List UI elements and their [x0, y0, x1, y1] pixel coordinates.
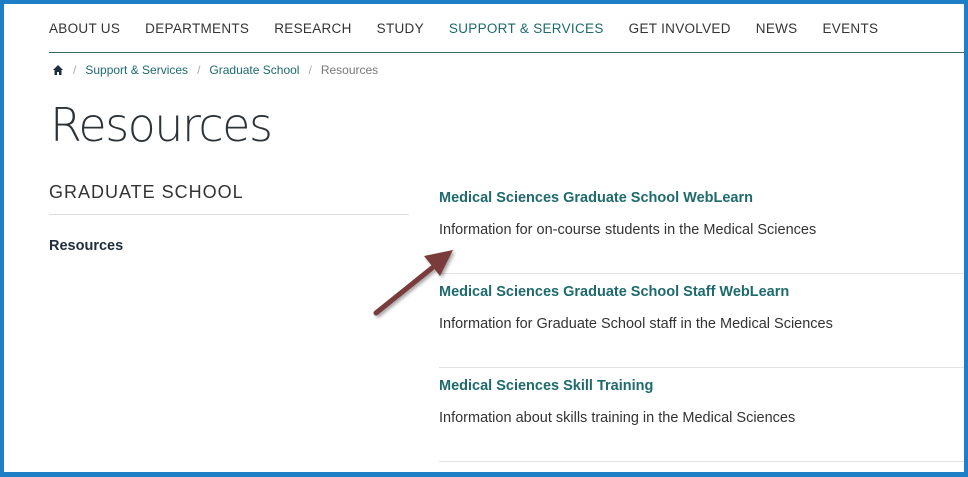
screenshot-frame: ABOUT US DEPARTMENTS RESEARCH STUDY SUPP…	[0, 0, 968, 477]
list-item: Medical Sciences Skill Training Informat…	[439, 368, 964, 462]
nav-item-about-us[interactable]: ABOUT US	[49, 21, 120, 36]
nav-item-events[interactable]: EVENTS	[822, 21, 878, 36]
breadcrumb-current-resources: Resources	[320, 63, 379, 77]
breadcrumb-separator: /	[197, 63, 201, 77]
list-item: Medical Sciences Graduate School Staff W…	[439, 274, 964, 368]
result-description: Information for on-course students in th…	[439, 222, 817, 238]
breadcrumb: / Support & Services / Graduate School /…	[52, 60, 378, 80]
result-title-link[interactable]: Medical Sciences Skill Training	[439, 378, 653, 394]
sidebar-heading: GRADUATE SCHOOL	[49, 182, 409, 215]
nav-item-news[interactable]: NEWS	[756, 21, 798, 36]
result-description: Information for Graduate School staff in…	[439, 316, 833, 332]
breadcrumb-separator: /	[308, 63, 312, 77]
nav-item-study[interactable]: STUDY	[377, 21, 424, 36]
list-item: Medical Sciences Graduate School WebLear…	[439, 180, 964, 274]
breadcrumb-graduate-school[interactable]: Graduate School	[209, 63, 299, 77]
result-description: Information about skills training in the…	[439, 410, 796, 426]
result-title-link[interactable]: Medical Sciences Graduate School WebLear…	[439, 190, 753, 206]
nav-item-get-involved[interactable]: GET INVOLVED	[629, 21, 731, 36]
home-icon[interactable]	[52, 64, 64, 76]
nav-item-departments[interactable]: DEPARTMENTS	[145, 21, 249, 36]
page-title: Resources	[50, 98, 273, 152]
breadcrumb-separator: /	[73, 63, 77, 77]
result-title-link[interactable]: Medical Sciences Graduate School Staff W…	[439, 284, 789, 300]
main-nav: ABOUT US DEPARTMENTS RESEARCH STUDY SUPP…	[49, 4, 964, 53]
breadcrumb-support-services[interactable]: Support & Services	[85, 63, 188, 77]
results-list: Medical Sciences Graduate School WebLear…	[439, 180, 964, 462]
nav-item-research[interactable]: RESEARCH	[274, 21, 351, 36]
sidebar-link-resources[interactable]: Resources	[49, 238, 123, 254]
nav-item-support-services[interactable]: SUPPORT & SERVICES	[449, 21, 604, 36]
